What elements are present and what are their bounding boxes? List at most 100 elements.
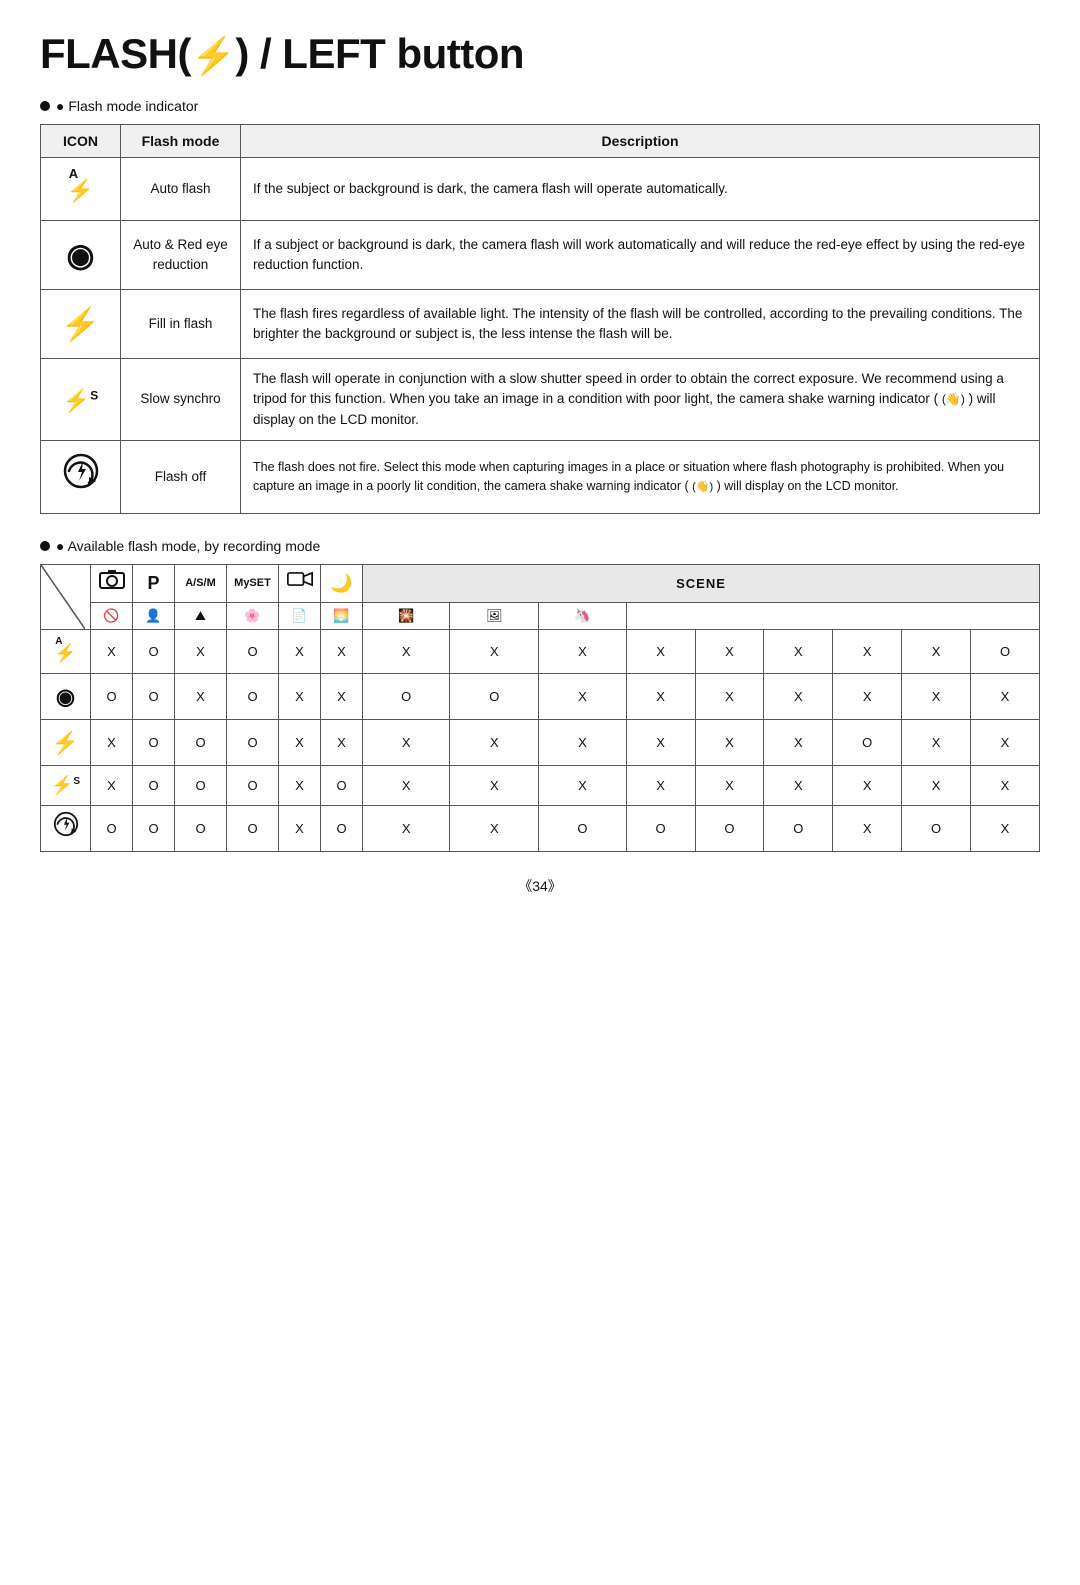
scene-icon-5: 📄 <box>279 602 321 629</box>
scene-icon-1: 🚫 <box>91 602 133 629</box>
cell-r3-c14: X <box>902 719 971 765</box>
cell-r1-c3: X <box>175 629 227 673</box>
cell-r2-c7: O <box>363 673 450 719</box>
cell-r3-c6: X <box>321 719 363 765</box>
avail-row-icon-2: ◉ <box>41 673 91 719</box>
cell-r3-c13: O <box>833 719 902 765</box>
avail-row-5: O O O O X O X X O O O O X O X <box>41 805 1040 851</box>
cell-r2-c9: X <box>539 673 626 719</box>
icon-red-eye: ◉ <box>41 221 121 290</box>
cell-r1-c7: X <box>363 629 450 673</box>
cell-r4-c5: X <box>279 765 321 805</box>
cell-r5-c12: O <box>764 805 833 851</box>
cell-r4-c13: X <box>833 765 902 805</box>
mode-flash-off: Flash off <box>121 440 241 513</box>
cell-r3-c10: X <box>626 719 695 765</box>
cell-r1-c9: X <box>539 629 626 673</box>
cell-r1-c5: X <box>279 629 321 673</box>
desc-fill-flash: The flash fires regardless of available … <box>241 290 1040 359</box>
scene-icon-7: 🎇 <box>363 602 450 629</box>
cell-r5-c11: O <box>695 805 764 851</box>
col-header-mode: Flash mode <box>121 125 241 158</box>
avail-label-text: ● Available flash mode, by recording mod… <box>56 538 320 554</box>
cell-r3-c12: X <box>764 719 833 765</box>
cell-r5-c15: X <box>971 805 1040 851</box>
cell-r2-c14: X <box>902 673 971 719</box>
scene-header: SCENE <box>363 564 1040 602</box>
cell-r1-c14: X <box>902 629 971 673</box>
cell-r2-c13: X <box>833 673 902 719</box>
cell-r1-c12: X <box>764 629 833 673</box>
desc-red-eye: If a subject or background is dark, the … <box>241 221 1040 290</box>
table-row: ⚡ Fill in flash The flash fires regardle… <box>41 290 1040 359</box>
cell-r4-c9: X <box>539 765 626 805</box>
cell-r5-c14: O <box>902 805 971 851</box>
flash-mode-table: ICON Flash mode Description A ⚡ Auto fla… <box>40 124 1040 514</box>
icon-fill-flash: ⚡ <box>41 290 121 359</box>
cell-r2-c6: X <box>321 673 363 719</box>
cell-r2-c8: O <box>450 673 539 719</box>
cell-r1-c13: X <box>833 629 902 673</box>
cell-r2-c3: X <box>175 673 227 719</box>
cell-r1-c1: X <box>91 629 133 673</box>
col-movie <box>279 564 321 602</box>
cell-r2-c5: X <box>279 673 321 719</box>
cell-r4-c2: O <box>133 765 175 805</box>
page-title: FLASH(⚡) / LEFT button <box>40 30 1040 78</box>
cell-r5-c1: O <box>91 805 133 851</box>
cell-r4-c4: O <box>227 765 279 805</box>
cell-r5-c10: O <box>626 805 695 851</box>
cell-r3-c2: O <box>133 719 175 765</box>
cell-r5-c5: X <box>279 805 321 851</box>
col-header-icon: ICON <box>41 125 121 158</box>
avail-row-icon-3: ⚡ <box>41 719 91 765</box>
cell-r4-c1: X <box>91 765 133 805</box>
scene-icon-4: 🌸 <box>227 602 279 629</box>
cell-r4-c7: X <box>363 765 450 805</box>
avail-mode-label: ● Available flash mode, by recording mod… <box>40 538 1040 554</box>
cell-r1-c2: O <box>133 629 175 673</box>
col-night: 🌙 <box>321 564 363 602</box>
cell-r4-c8: X <box>450 765 539 805</box>
cell-r2-c10: X <box>626 673 695 719</box>
scene-icon-8: 🖼 <box>450 602 539 629</box>
cell-r3-c1: X <box>91 719 133 765</box>
cell-r5-c4: O <box>227 805 279 851</box>
mode-slow-synchro: Slow synchro <box>121 359 241 441</box>
flash-off-svg <box>61 451 101 491</box>
cell-r3-c11: X <box>695 719 764 765</box>
cell-r5-c9: O <box>539 805 626 851</box>
scene-icon-2: 👤 <box>133 602 175 629</box>
cell-r3-c4: O <box>227 719 279 765</box>
desc-slow-synchro: The flash will operate in conjunction wi… <box>241 359 1040 441</box>
cell-r1-c10: X <box>626 629 695 673</box>
desc-flash-off: The flash does not fire. Select this mod… <box>241 440 1040 513</box>
table-row: ◉ Auto & Red eyereduction If a subject o… <box>41 221 1040 290</box>
table-row: ⚡S Slow synchro The flash will operate i… <box>41 359 1040 441</box>
cell-r5-c6: O <box>321 805 363 851</box>
flash-mode-label: ● Flash mode indicator <box>40 98 1040 114</box>
mode-fill-flash: Fill in flash <box>121 290 241 359</box>
availability-table: P A/S/M MySET 🌙 SCENE 🚫 👤 ⛰ 🌸 📄 🌅 🎇 🖼 🦄 <box>40 564 1040 852</box>
icon-auto-flash: A ⚡ <box>41 158 121 221</box>
scene-icons-row: 🚫 👤 ⛰ 🌸 📄 🌅 🎇 🖼 🦄 <box>41 602 1040 629</box>
cell-r2-c4: O <box>227 673 279 719</box>
cell-r2-c12: X <box>764 673 833 719</box>
cell-r3-c5: X <box>279 719 321 765</box>
cell-r3-c8: X <box>450 719 539 765</box>
cell-r1-c6: X <box>321 629 363 673</box>
cell-r3-c9: X <box>539 719 626 765</box>
cell-r3-c3: O <box>175 719 227 765</box>
mode-red-eye: Auto & Red eyereduction <box>121 221 241 290</box>
avail-row-2: ◉ O O X O X X O O X X X X X X X <box>41 673 1040 719</box>
avail-row-icon-1: A ⚡ <box>41 629 91 673</box>
cell-r1-c11: X <box>695 629 764 673</box>
cell-r4-c3: O <box>175 765 227 805</box>
icon-slow-synchro: ⚡S <box>41 359 121 441</box>
cell-r2-c15: X <box>971 673 1040 719</box>
cell-r2-c2: O <box>133 673 175 719</box>
cell-r1-c4: O <box>227 629 279 673</box>
scene-icon-3: ⛰ <box>175 602 227 629</box>
scene-icon-6: 🌅 <box>321 602 363 629</box>
table-row: Flash off The flash does not fire. Selec… <box>41 440 1040 513</box>
